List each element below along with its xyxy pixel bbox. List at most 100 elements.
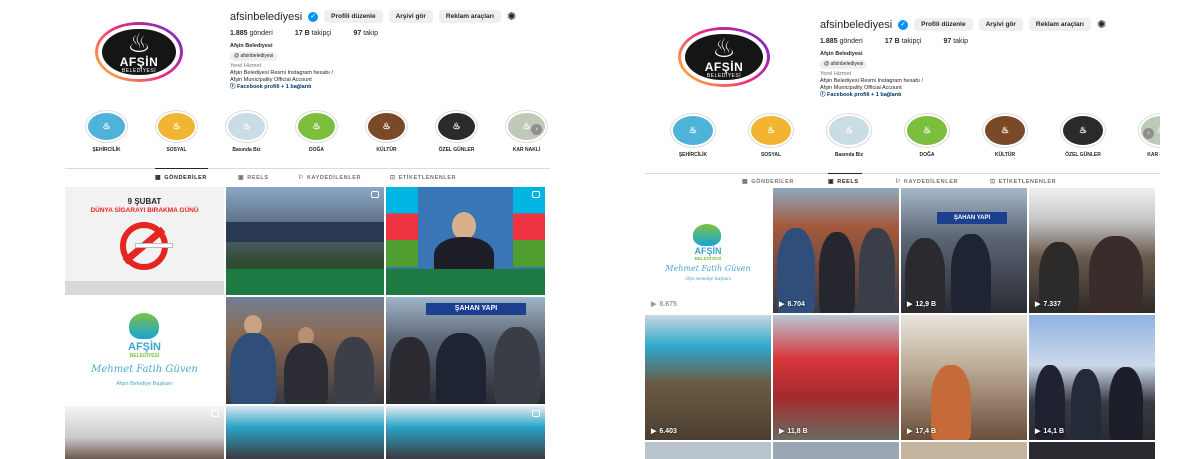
play-icon: ▶ — [651, 428, 657, 435]
view-archive-button[interactable]: Arşivi gör — [388, 10, 433, 23]
followers-count: 17 B — [884, 38, 900, 45]
post-sahan-yapi[interactable]: ŞAHAN YAPI — [386, 297, 545, 404]
highlight-item[interactable]: ♨ ŞEHİRCİLİK — [670, 113, 716, 158]
edit-profile-button[interactable]: Profili düzenle — [324, 10, 383, 23]
ad-tools-button[interactable]: Reklam araçları — [1028, 18, 1091, 31]
mayor-signature: Mehmet Fatih Güven — [91, 364, 198, 375]
reel-street[interactable]: ▶ 14,1 B — [1029, 315, 1155, 440]
highlight-item[interactable]: ♨ Basında Biz — [826, 113, 872, 158]
profile-stats: 1.885 gönderi 17 B takipçi 97 takip — [820, 38, 1150, 45]
tab-saved-label: KAYDEDİLENLER — [306, 174, 362, 181]
post-smoking-day[interactable]: 9 ŞUBAT DÜNYA SİGARAYI BIRAKMA GÜNÜ — [65, 187, 224, 295]
reel-partial-3[interactable] — [901, 442, 1027, 459]
threads-badge[interactable]: @ afsinbelediyesi — [820, 60, 868, 69]
reel-tents[interactable]: ▶ 6.403 — [645, 315, 771, 440]
profile-info: afsinbelediyesi ✓ Profili düzenle Arşivi… — [820, 18, 1150, 99]
posts-count: 1.885 — [820, 38, 838, 45]
highlight-cover: ♨ — [158, 113, 195, 140]
reel-visit-2[interactable]: ŞAHAN YAPI ▶ 12,9 B — [901, 188, 1027, 313]
tab-reels[interactable]: ▣ REELS — [828, 178, 859, 186]
highlight-item[interactable]: ♨ ŞEHİRCİLİK — [85, 110, 128, 153]
reel-partial-4[interactable] — [1029, 442, 1155, 459]
highlight-item[interactable]: ♨ KÜLTÜR — [365, 110, 408, 153]
tab-tagged[interactable]: ⊡ ETİKETLENENLER — [990, 178, 1057, 186]
reel-partial-2[interactable] — [773, 442, 899, 459]
post-tents[interactable] — [226, 406, 384, 459]
highlight-label: KAR NAKLİ — [512, 147, 541, 153]
highlights-next-icon[interactable]: › — [1143, 128, 1154, 139]
ad-tools-button[interactable]: Reklam araçları — [438, 10, 501, 23]
profile-bio: Afşin Belediyesi @ afsinbelediyesi Yerel… — [230, 43, 540, 91]
reel-shop[interactable]: ▶ 17,4 B — [901, 315, 1027, 440]
facebook-icon: ⓕ — [230, 84, 236, 90]
profile-avatar[interactable]: ♨ AFŞİN BELEDİYESİ — [95, 22, 183, 82]
highlight-item[interactable]: ♨ ÖZEL GÜNLER — [435, 110, 478, 153]
grid-icon: ▦ — [742, 179, 749, 185]
tab-saved[interactable]: ⚐ KAYDEDİLENLER — [298, 174, 362, 182]
post-mayor-signature[interactable]: AFŞİN BELEDİYESİ Mehmet Fatih Güven Afşi… — [65, 297, 224, 404]
highlight-item[interactable]: ♨ ÖZEL GÜNLER — [1060, 113, 1106, 158]
highlight-ring: ♨ — [435, 110, 478, 143]
tab-reels[interactable]: ▣ REELS — [238, 174, 269, 182]
tab-tagged[interactable]: ⊡ ETİKETLENENLER — [390, 174, 457, 182]
following-label: takip — [953, 38, 968, 45]
logo-sub: BELEDİYESİ — [129, 353, 160, 359]
highlight-item[interactable]: ♨ KÜLTÜR — [982, 113, 1028, 158]
settings-gear-icon[interactable]: ✺ — [507, 10, 516, 23]
tab-tagged-label: ETİKETLENENLER — [398, 174, 457, 181]
shop-sign: ŞAHAN YAPI — [937, 212, 1007, 224]
flame-logo-icon: ♨ — [766, 125, 776, 135]
post-street-visit[interactable] — [226, 297, 384, 404]
facebook-link[interactable]: ⓕ Facebook profili + 1 bağlantı — [230, 84, 540, 91]
highlight-item[interactable]: ♨ SOSYAL — [155, 110, 198, 153]
profile-avatar[interactable]: ♨ AFŞİN BELEDİYESİ — [678, 27, 770, 87]
reel-views: ▶ 11,8 B — [779, 427, 808, 436]
post-sunlight[interactable] — [65, 406, 224, 459]
bio-line-2: Afşin Municipality Official Account — [230, 77, 312, 83]
highlights-next-icon[interactable]: › — [531, 124, 542, 135]
following-stat[interactable]: 97 takip — [943, 38, 968, 45]
view-archive-button[interactable]: Arşivi gör — [978, 18, 1023, 31]
highlight-item[interactable]: ♨ Basında Biz — [225, 110, 268, 153]
tab-saved[interactable]: ⚐ KAYDEDİLENLER — [895, 178, 958, 186]
tab-posts[interactable]: ▦ GÖNDERİLER — [742, 178, 794, 186]
facebook-link[interactable]: ⓕ Facebook profili + 1 bağlantı — [820, 92, 1150, 99]
highlight-item[interactable]: ♨ DOĞA — [904, 113, 950, 158]
threads-badge[interactable]: @ afsinbelediyesi — [230, 52, 278, 61]
post-tents-2[interactable] — [386, 406, 545, 459]
threads-icon: @ — [824, 61, 830, 67]
posts-stat[interactable]: 1.885 gönderi — [820, 38, 863, 45]
flame-logo-icon: ♨ — [1157, 125, 1160, 136]
reel-flags[interactable]: ▶ 11,8 B — [773, 315, 899, 440]
highlight-label: ŞEHİRCİLİK — [678, 152, 708, 158]
reel-partial-1[interactable] — [645, 442, 771, 459]
profile-screenshot-right: ♨ AFŞİN BELEDİYESİ afsinbelediyesi ✓ Pro… — [640, 0, 1160, 459]
mayor-title: Afşin Belediye Başkanı — [116, 381, 173, 387]
reel-visit-1[interactable]: ▶ 8.704 — [773, 188, 899, 313]
followers-stat[interactable]: 17 B takipçi — [295, 30, 332, 37]
profile-category: Yerel Hizmet — [230, 63, 261, 69]
reel-logo[interactable]: AFŞİN BELEDİYESİ Mehmet Fatih Güven Afşi… — [645, 188, 771, 313]
following-stat[interactable]: 97 takip — [353, 30, 378, 37]
profile-category: Yerel Hizmet — [820, 71, 851, 77]
logo-brand: AFŞİN — [119, 54, 159, 69]
settings-gear-icon[interactable]: ✺ — [1097, 18, 1106, 31]
posts-stat[interactable]: 1.885 gönderi — [230, 30, 273, 37]
highlight-ring: ♨ — [826, 113, 872, 148]
highlight-item[interactable]: ♨ SOSYAL — [748, 113, 794, 158]
post-meeting[interactable] — [226, 187, 384, 295]
profile-screenshot-left: ♨ AFŞİN BELEDİYESİ afsinbelediyesi ✓ Pro… — [60, 0, 550, 459]
tab-tagged-label: ETİKETLENENLER — [998, 178, 1057, 185]
edit-profile-button[interactable]: Profili düzenle — [914, 18, 973, 31]
highlight-label: ŞEHİRCİLİK — [92, 147, 121, 153]
verified-badge-icon: ✓ — [308, 11, 319, 22]
post-president-speech[interactable] — [386, 187, 545, 295]
followers-stat[interactable]: 17 B takipçi — [885, 38, 922, 45]
bio-line-2: Afşin Municipality Official Account — [820, 85, 902, 91]
facebook-link-text: Facebook profili + 1 bağlantı — [237, 84, 312, 90]
highlight-item[interactable]: ♨ DOĞA — [295, 110, 338, 153]
play-icon: ▶ — [779, 428, 785, 435]
reel-visit-3[interactable]: ▶ 7.337 — [1029, 188, 1155, 313]
following-count: 97 — [353, 30, 362, 37]
tab-posts[interactable]: ▦ GÖNDERİLER — [155, 174, 207, 182]
